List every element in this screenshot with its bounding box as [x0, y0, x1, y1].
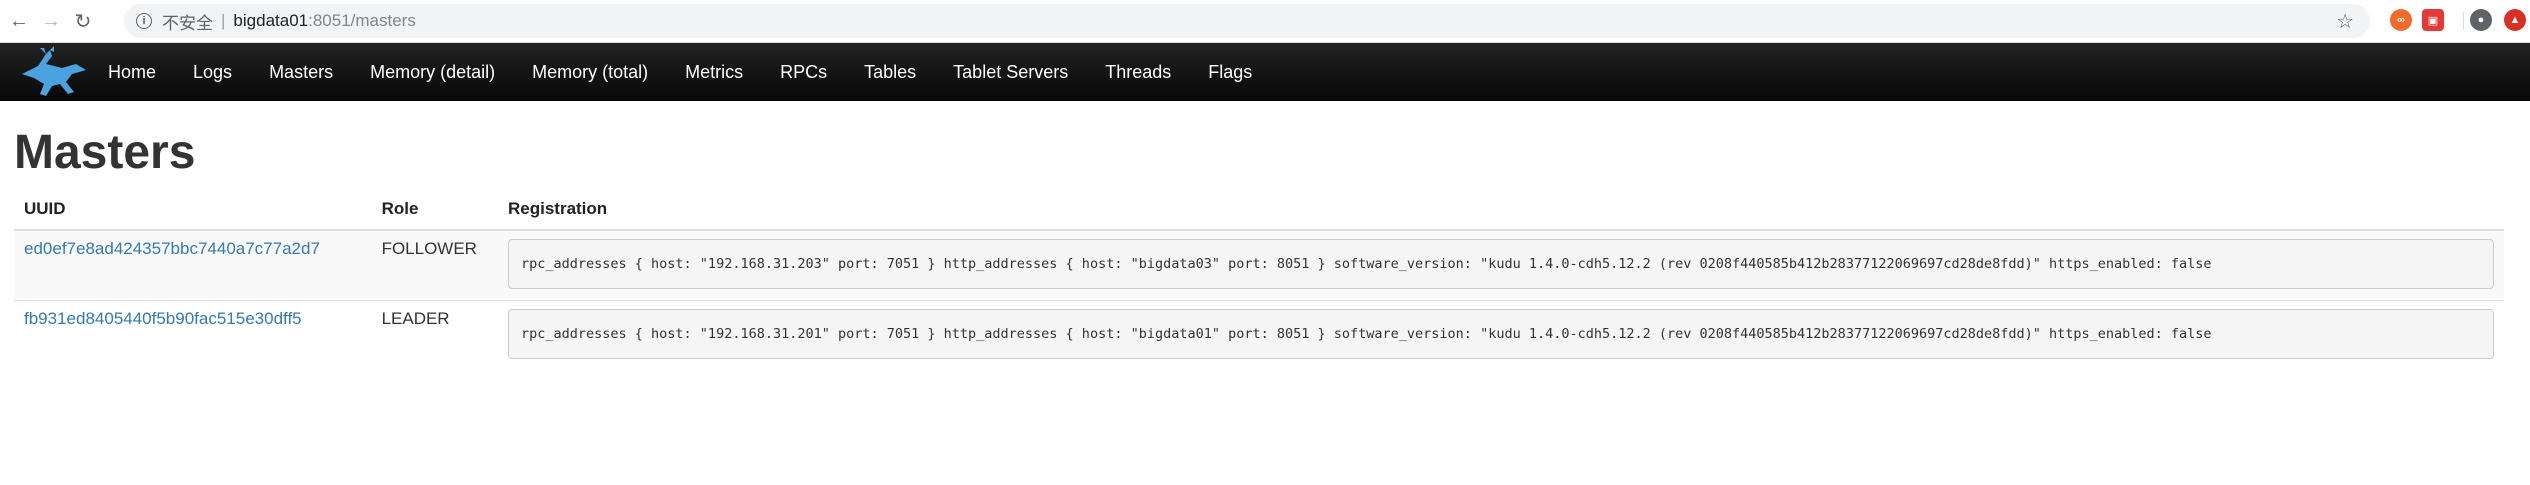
- master-role: LEADER: [371, 299, 498, 370]
- nav-link-threads[interactable]: Threads: [1105, 62, 1171, 83]
- nav-link-tables[interactable]: Tables: [864, 62, 916, 83]
- masters-table: UUID Role Registration ed0ef7e8ad424357b…: [14, 189, 2504, 370]
- insecure-label: 不安全: [162, 13, 213, 33]
- nav-link-masters[interactable]: Masters: [269, 62, 333, 83]
- nav-link-memory-detail[interactable]: Memory (detail): [370, 62, 495, 83]
- top-navbar: Home Logs Masters Memory (detail) Memory (to…: [0, 43, 2530, 101]
- address-bar[interactable]: i 不安全 | bigdata01 :8051/masters ☆: [124, 4, 2370, 38]
- nav-link-memory-total[interactable]: Memory (total): [532, 62, 648, 83]
- main-content: Masters UUID Role Registration ed0ef7e8a…: [0, 129, 2530, 370]
- nav-links: Home Logs Masters Memory (detail) Memory (to…: [108, 62, 1289, 83]
- extension-icon[interactable]: ∞: [2390, 9, 2412, 31]
- nav-link-metrics[interactable]: Metrics: [685, 62, 743, 83]
- master-uuid-link[interactable]: fb931ed8405440f5b90fac515e30dff5: [24, 309, 302, 328]
- url-separator: |: [221, 11, 226, 30]
- nav-link-logs[interactable]: Logs: [193, 62, 232, 83]
- table-row: fb931ed8405440f5b90fac515e30dff5 LEADER …: [14, 299, 2504, 370]
- column-header-registration: Registration: [498, 189, 2504, 231]
- toolbar-divider: [2463, 12, 2464, 30]
- nav-link-home[interactable]: Home: [108, 62, 156, 83]
- column-header-uuid: UUID: [14, 189, 372, 231]
- back-icon[interactable]: ←: [6, 8, 32, 34]
- nav-link-rpcs[interactable]: RPCs: [780, 62, 827, 83]
- browser-toolbar: ← → ↻ i 不安全 | bigdata01 :8051/masters ☆ …: [0, 0, 2530, 43]
- nav-link-flags[interactable]: Flags: [1208, 62, 1252, 83]
- profile-icon[interactable]: ●: [2470, 9, 2492, 31]
- column-header-role: Role: [371, 189, 498, 231]
- forward-icon[interactable]: →: [38, 8, 64, 34]
- page-title: Masters: [14, 126, 196, 179]
- star-icon[interactable]: ☆: [2336, 9, 2354, 34]
- kudu-logo-icon[interactable]: [8, 43, 98, 101]
- registration-info: rpc_addresses { host: "192.168.31.203" p…: [508, 239, 2494, 289]
- url-path: :8051/masters: [308, 11, 416, 30]
- extension-icon[interactable]: ▲: [2504, 9, 2526, 31]
- info-icon[interactable]: i: [136, 13, 152, 29]
- table-row: ed0ef7e8ad424357bbc7440a7c77a2d7 FOLLOWE…: [14, 229, 2504, 300]
- reload-icon[interactable]: ↻: [70, 8, 96, 34]
- url-host: bigdata01: [233, 11, 309, 30]
- master-uuid-link[interactable]: ed0ef7e8ad424357bbc7440a7c77a2d7: [24, 239, 320, 258]
- registration-info: rpc_addresses { host: "192.168.31.201" p…: [508, 308, 2494, 359]
- nav-link-tablet-servers[interactable]: Tablet Servers: [953, 62, 1068, 83]
- extension-icon[interactable]: ▣: [2422, 9, 2444, 31]
- master-role: FOLLOWER: [371, 229, 498, 300]
